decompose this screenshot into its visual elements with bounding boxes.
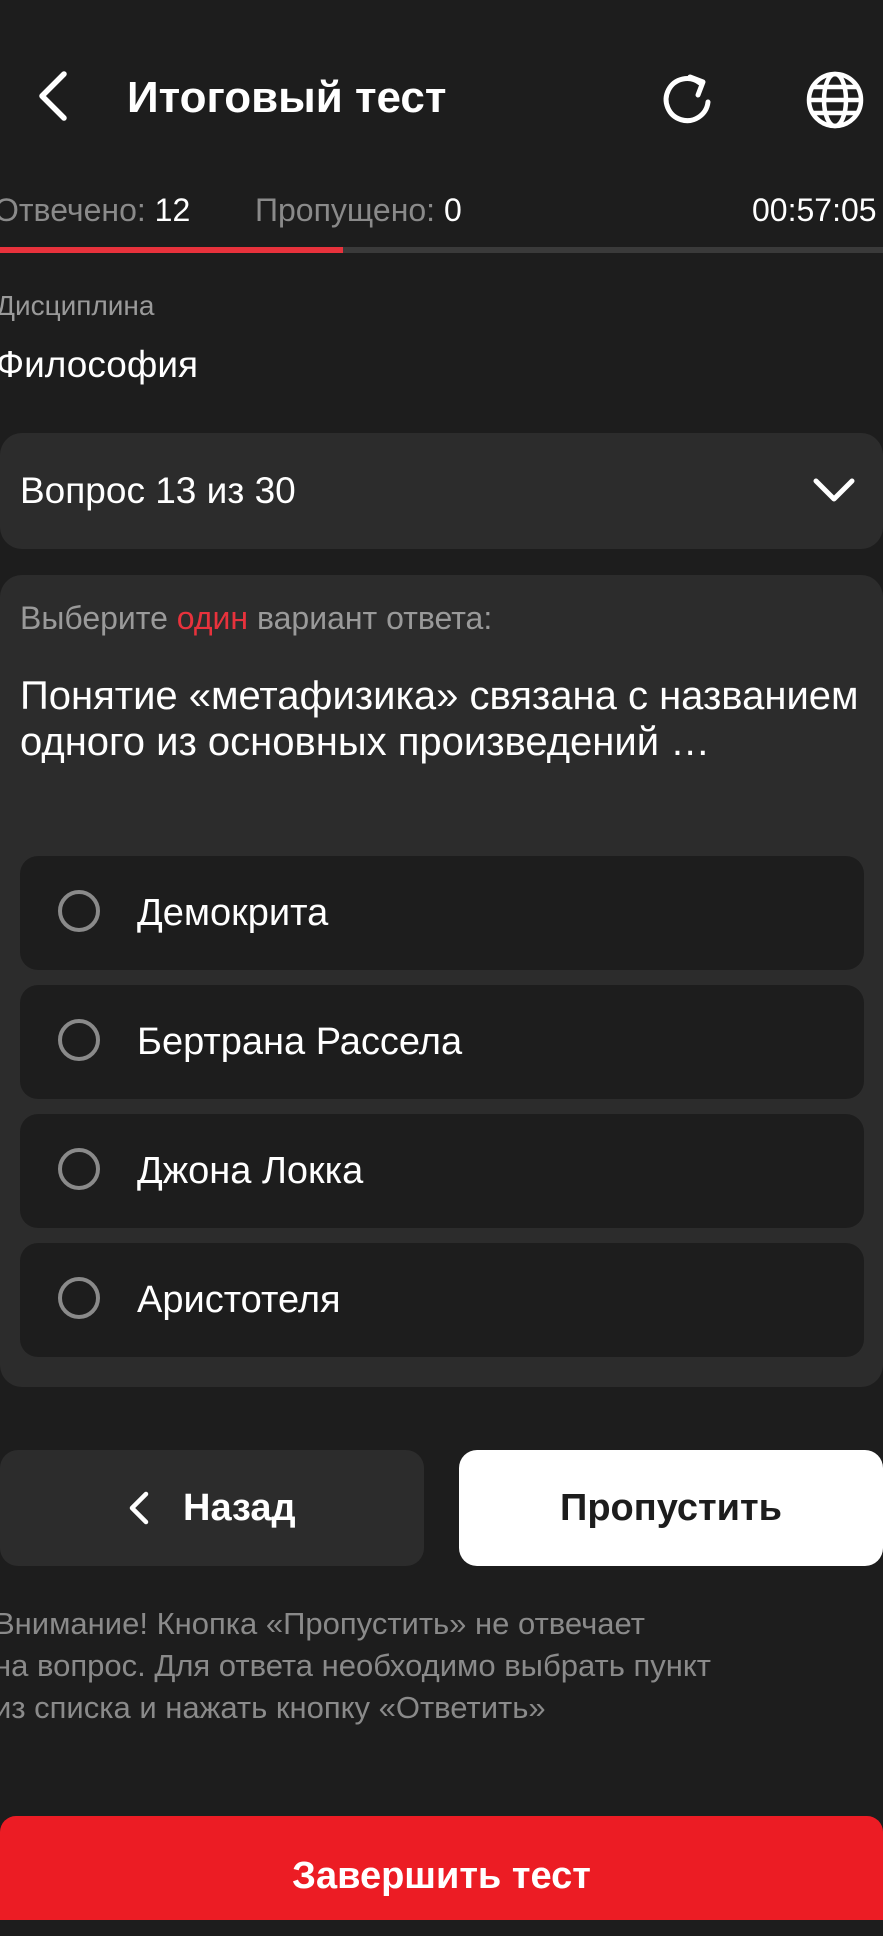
refresh-icon bbox=[663, 74, 711, 124]
question-selector-label: Вопрос 13 из 30 bbox=[20, 470, 296, 511]
answer-option[interactable]: Аристотеля bbox=[20, 1243, 864, 1357]
app-header: Итоговый тест bbox=[0, 0, 883, 195]
answer-option[interactable]: Бертрана Рассела bbox=[20, 985, 864, 1099]
back-button[interactable] bbox=[18, 60, 90, 132]
answered-counter: Отвечено: 12 bbox=[0, 186, 190, 234]
answer-option[interactable]: Демокрита bbox=[20, 856, 864, 970]
test-stats: Отвечено: 12 Пропущено: 0 00:57:05 bbox=[0, 186, 883, 234]
chevron-left-icon bbox=[129, 1491, 149, 1525]
skip-notice: Внимание! Кнопка «Пропустить» не отвечае… bbox=[0, 1603, 874, 1729]
progress-bar bbox=[0, 247, 883, 253]
back-nav-label: Назад bbox=[183, 1487, 296, 1529]
back-nav-button[interactable]: Назад bbox=[0, 1450, 424, 1566]
question-text: Понятие «метафизика» связана с названием… bbox=[20, 674, 859, 764]
globe-icon bbox=[806, 71, 864, 129]
progress-fill bbox=[0, 247, 343, 253]
answered-value: 12 bbox=[154, 192, 191, 228]
language-button[interactable] bbox=[797, 62, 873, 138]
radio-icon bbox=[58, 1019, 100, 1061]
answer-instruction: Выберите один вариант ответа: bbox=[20, 600, 492, 637]
skipped-label: Пропущено: bbox=[255, 192, 436, 228]
page-title: Итоговый тест bbox=[127, 73, 447, 122]
discipline-label: Дисциплина bbox=[0, 290, 155, 321]
back-arrow-icon bbox=[39, 71, 67, 121]
notice-line: Внимание! Кнопка «Пропустить» не отвечае… bbox=[0, 1606, 645, 1641]
instruction-after: вариант ответа: bbox=[256, 600, 493, 636]
refresh-button[interactable] bbox=[650, 62, 726, 138]
answer-option-label: Бертрана Рассела bbox=[137, 1021, 463, 1063]
answered-label: Отвечено: bbox=[0, 192, 146, 228]
radio-icon bbox=[58, 890, 100, 932]
answer-option-label: Аристотеля bbox=[137, 1279, 341, 1321]
discipline-value: Философия bbox=[0, 344, 199, 385]
skipped-counter: Пропущено: 0 bbox=[255, 186, 462, 234]
answer-option-label: Демокрита bbox=[137, 892, 329, 934]
instruction-accent: один bbox=[176, 600, 249, 636]
test-timer: 00:57:05 bbox=[752, 192, 877, 228]
instruction-before: Выберите bbox=[20, 600, 168, 636]
finish-test-button[interactable]: Завершить тест bbox=[0, 1816, 883, 1920]
answer-option-label: Джона Локка bbox=[137, 1150, 364, 1192]
radio-icon bbox=[58, 1277, 100, 1319]
question-selector[interactable]: Вопрос 13 из 30 bbox=[0, 433, 883, 549]
answer-option[interactable]: Джона Локка bbox=[20, 1114, 864, 1228]
chevron-down-icon bbox=[813, 478, 855, 502]
skip-button[interactable]: Пропустить bbox=[459, 1450, 883, 1566]
skipped-value: 0 bbox=[443, 192, 462, 228]
notice-line: из списка и нажать кнопку «Ответить» bbox=[0, 1690, 546, 1725]
radio-icon bbox=[58, 1148, 100, 1190]
notice-line: на вопрос. Для ответа необходимо выбрать… bbox=[0, 1648, 711, 1683]
